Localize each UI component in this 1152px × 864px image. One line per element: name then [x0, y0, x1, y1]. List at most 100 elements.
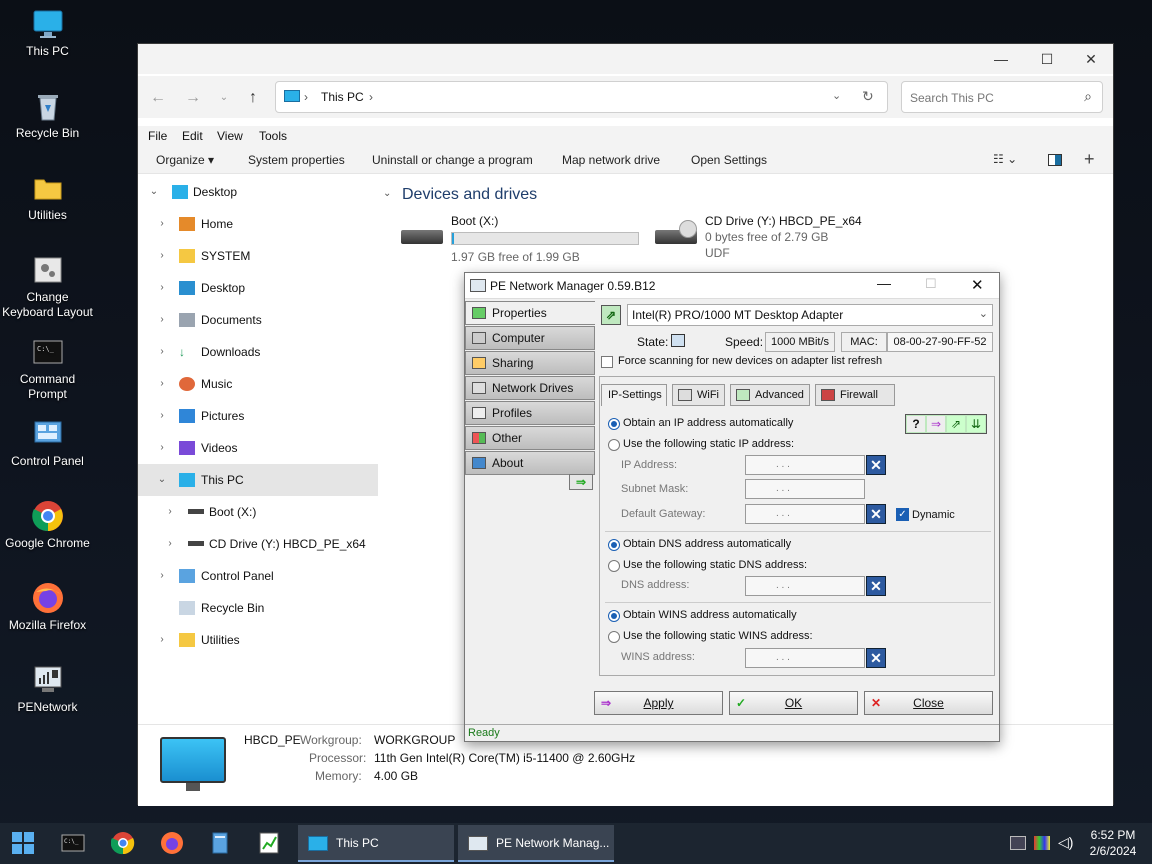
clear-dns-icon[interactable]: ✕ — [866, 576, 886, 596]
arrow-right-icon[interactable]: ⇒ — [927, 416, 945, 432]
tab-advanced[interactable]: Advanced — [730, 384, 810, 406]
drive-tile-boot[interactable]: Boot (X:) 1.97 GB free of 1.99 GB — [401, 214, 661, 264]
tree-item-desktop-root[interactable]: ⌄ Desktop — [138, 176, 378, 208]
chevron-down-icon[interactable]: ⌄ — [148, 176, 160, 208]
default-gateway-field[interactable]: . . . — [745, 504, 865, 524]
wins-auto-radio[interactable] — [608, 610, 620, 622]
force-scan-checkbox[interactable] — [601, 356, 613, 368]
tree-item-control-panel[interactable]: › Control Panel — [138, 560, 378, 592]
forward-arrow-icon[interactable]: → — [181, 86, 205, 110]
chevron-right-icon[interactable]: › — [156, 336, 168, 368]
tree-item-utilities[interactable]: › Utilities — [138, 624, 378, 656]
tree-item-cd-drive[interactable]: › CD Drive (Y:) HBCD_PE_x64 — [138, 528, 378, 560]
chevron-right-icon[interactable]: › — [156, 240, 168, 272]
address-bar[interactable]: › This PC › ⌄ ↻ — [275, 81, 888, 113]
taskbar-app-this-pc[interactable]: This PC — [298, 825, 454, 862]
tree-item-system[interactable]: › SYSTEM — [138, 240, 378, 272]
tree-item-documents[interactable]: › Documents — [138, 304, 378, 336]
tree-item-videos[interactable]: › Videos — [138, 432, 378, 464]
help-icon[interactable]: ? — [907, 416, 925, 432]
chevron-right-icon[interactable]: › — [164, 528, 176, 560]
tree-item-music[interactable]: › Music — [138, 368, 378, 400]
dns-static-radio[interactable] — [608, 560, 620, 572]
firefox-icon[interactable] — [160, 831, 186, 857]
close-button[interactable]: ✕ — [971, 276, 984, 294]
chevron-right-icon[interactable]: › — [156, 432, 168, 464]
clock[interactable]: 6:52 PM 2/6/2024 — [1080, 827, 1146, 859]
command-prompt-icon[interactable]: C:\_ — [61, 831, 87, 857]
tree-item-boot-drive[interactable]: › Boot (X:) — [138, 496, 378, 528]
up-arrow-icon[interactable]: ↑ — [241, 86, 265, 110]
desktop-icon-change-keyboard[interactable]: Change Keyboard Layout — [0, 254, 95, 320]
menu-file[interactable]: File — [148, 129, 167, 143]
network-tray-icon[interactable] — [1010, 836, 1026, 850]
clear-wins-icon[interactable]: ✕ — [866, 648, 886, 668]
dynamic-checkbox[interactable]: ✓ — [896, 508, 909, 521]
sidebar-item-other[interactable]: Other — [465, 426, 595, 450]
chevron-right-icon[interactable]: › — [156, 304, 168, 336]
preview-pane-icon[interactable] — [1048, 154, 1062, 166]
organize-button[interactable]: Organize ▾ — [156, 153, 214, 167]
desktop-icon-google-chrome[interactable]: Google Chrome — [0, 500, 95, 551]
clear-gateway-icon[interactable]: ✕ — [866, 504, 886, 524]
view-options-icon[interactable]: ☷ ⌄ — [993, 152, 1017, 166]
refresh-adapter-icon[interactable]: ⇗ — [601, 305, 621, 325]
chrome-icon[interactable] — [110, 831, 137, 857]
sidebar-item-properties[interactable]: Properties — [465, 301, 595, 325]
chevron-right-icon[interactable]: › — [156, 560, 168, 592]
chevron-right-icon[interactable]: › — [156, 208, 168, 240]
export-icon[interactable]: ⇗ — [947, 416, 965, 432]
sidebar-item-computer[interactable]: Computer — [465, 326, 595, 350]
sidebar-item-network-drives[interactable]: Network Drives — [465, 376, 595, 400]
chevron-right-icon[interactable]: › — [156, 624, 168, 656]
sidebar-item-profiles[interactable]: Profiles — [465, 401, 595, 425]
desktop-icon-command-prompt[interactable]: C:\_ Command Prompt — [0, 336, 95, 402]
taskbar-app-pe-network-manager[interactable]: PE Network Manag... — [458, 825, 614, 862]
desktop-icon-penetwork[interactable]: PENetwork — [0, 664, 95, 715]
recent-chevron-icon[interactable]: ⌄ — [212, 86, 236, 110]
dns-address-field[interactable]: . . . — [745, 576, 865, 596]
chevron-right-icon[interactable]: › — [156, 272, 168, 304]
map-network-drive-button[interactable]: Map network drive — [562, 153, 660, 167]
drive-tile-cd[interactable]: CD Drive (Y:) HBCD_PE_x64 0 bytes free o… — [655, 214, 895, 264]
tab-wifi[interactable]: WiFi — [672, 384, 725, 406]
chevron-right-icon[interactable]: › — [156, 368, 168, 400]
minimize-button[interactable]: — — [978, 44, 1024, 74]
ok-button[interactable]: ✓ OK — [729, 691, 858, 715]
maximize-button[interactable]: ☐ — [1024, 44, 1070, 74]
tab-ip-settings[interactable]: IP-Settings — [601, 384, 667, 406]
menu-view[interactable]: View — [217, 129, 243, 143]
tree-item-home[interactable]: › Home — [138, 208, 378, 240]
clear-ip-icon[interactable]: ✕ — [866, 455, 886, 475]
system-properties-button[interactable]: System properties — [248, 153, 345, 167]
display-tray-icon[interactable] — [1034, 836, 1050, 850]
tree-item-downloads[interactable]: › ↓ Downloads — [138, 336, 378, 368]
open-settings-button[interactable]: Open Settings — [691, 153, 767, 167]
desktop-icon-this-pc[interactable]: This PC — [0, 8, 95, 59]
tab-firewall[interactable]: Firewall — [815, 384, 895, 406]
desktop-icon-recycle-bin[interactable]: Recycle Bin — [0, 90, 95, 141]
apply-button[interactable]: ⇒ Apply — [594, 691, 723, 715]
desktop-icon-utilities[interactable]: Utilities — [0, 172, 95, 223]
ip-static-radio[interactable] — [608, 439, 620, 451]
breadcrumb-this-pc[interactable]: This PC — [321, 90, 364, 104]
menu-edit[interactable]: Edit — [182, 129, 203, 143]
dns-auto-radio[interactable] — [608, 539, 620, 551]
volume-icon[interactable]: ◁) — [1058, 834, 1073, 851]
tree-item-pictures[interactable]: › Pictures — [138, 400, 378, 432]
uninstall-button[interactable]: Uninstall or change a program — [372, 153, 533, 167]
start-button[interactable] — [11, 831, 37, 857]
expand-icon[interactable]: ⇊ — [967, 416, 985, 432]
ip-address-field[interactable]: . . . — [745, 455, 865, 475]
tree-item-desktop[interactable]: › Desktop — [138, 272, 378, 304]
notepad-icon[interactable] — [208, 831, 234, 857]
tree-item-recycle-bin[interactable]: Recycle Bin — [138, 592, 378, 624]
refresh-icon[interactable]: ↻ — [862, 88, 874, 105]
wins-address-field[interactable]: . . . — [745, 648, 865, 668]
close-button[interactable]: ✕ — [1068, 44, 1114, 74]
sidebar-item-sharing[interactable]: Sharing — [465, 351, 595, 375]
search-input[interactable]: Search This PC ⌕ — [901, 81, 1103, 113]
desktop-icon-control-panel[interactable]: Control Panel — [0, 418, 95, 469]
maximize-button[interactable]: ☐ — [925, 276, 937, 292]
chevron-right-icon[interactable]: › — [156, 400, 168, 432]
